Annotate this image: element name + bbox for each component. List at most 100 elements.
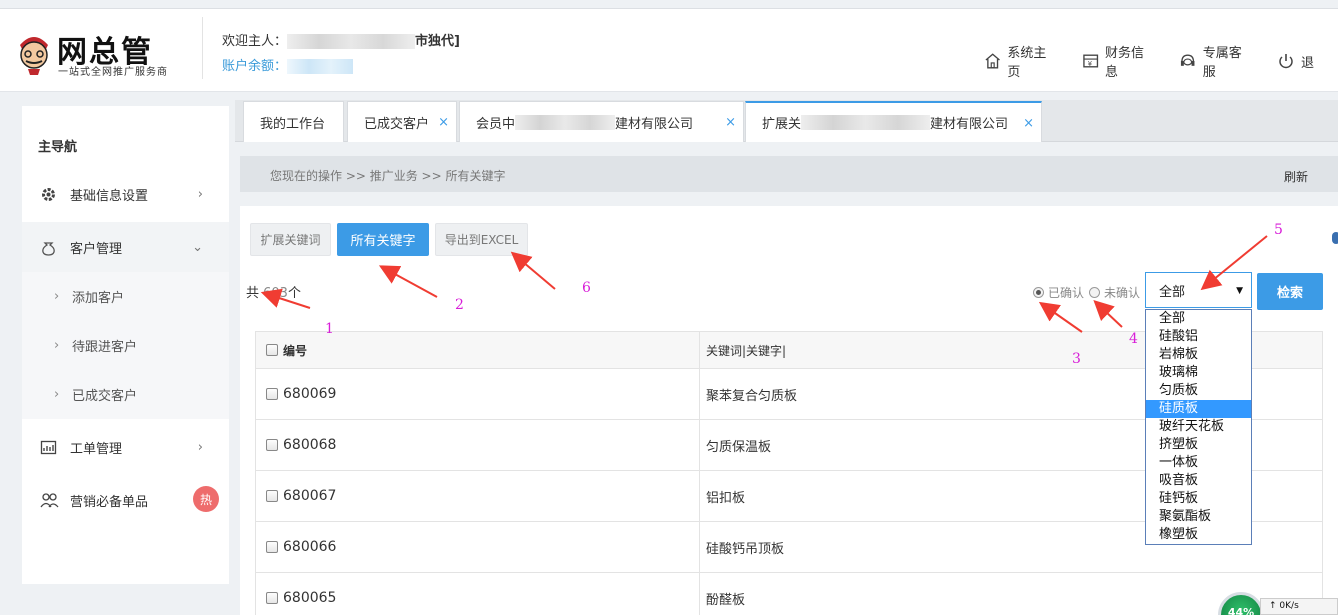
money-bag-icon bbox=[42, 242, 55, 256]
chevron-right-icon: › bbox=[54, 338, 60, 353]
sidebar-subitem-label: 添加客户 bbox=[72, 291, 125, 306]
radio-dot[interactable] bbox=[1033, 287, 1044, 298]
header-id-label: 编号 bbox=[283, 343, 308, 358]
radio-confirmed[interactable]: 已确认 bbox=[1033, 284, 1084, 301]
annotation-6: 6 bbox=[582, 280, 591, 296]
dropdown-option[interactable]: 挤塑板 bbox=[1146, 436, 1251, 454]
row-checkbox[interactable] bbox=[266, 592, 278, 604]
sidebar-item-label: 营销必备单品 bbox=[70, 494, 149, 510]
row-checkbox[interactable] bbox=[266, 388, 278, 400]
tab-closed-customers[interactable]: 已成交客户 × bbox=[347, 101, 457, 142]
row-checkbox[interactable] bbox=[266, 541, 278, 553]
annotation-4: 4 bbox=[1129, 331, 1138, 347]
all-keywords-button[interactable]: 所有关键字 bbox=[337, 223, 429, 256]
export-excel-button[interactable]: 导出到EXCEL bbox=[435, 223, 528, 256]
row-id-value: 680067 bbox=[283, 488, 337, 504]
sidebar-subitem-label: 待跟进客户 bbox=[72, 340, 138, 355]
expand-keywords-button[interactable]: 扩展关键词 bbox=[250, 223, 331, 256]
tab-label: 已成交客户 bbox=[364, 116, 430, 132]
row-id: 680067 bbox=[256, 471, 700, 521]
search-button[interactable]: 检索 bbox=[1257, 273, 1323, 310]
top-nav-finance[interactable]: ¥ 财务信息 bbox=[1082, 42, 1156, 80]
welcome-prefix: 欢迎主人： bbox=[222, 34, 288, 49]
dropdown-option[interactable]: 一体板 bbox=[1146, 454, 1251, 472]
select-all-checkbox[interactable] bbox=[266, 344, 278, 356]
network-speed-widget[interactable]: 44% ↑ 0K/s bbox=[1218, 592, 1338, 615]
dropdown-option[interactable]: 硅酸铝 bbox=[1146, 328, 1251, 346]
top-nav-home[interactable]: 系统主页 bbox=[984, 42, 1058, 80]
top-nav-support[interactable]: 专属客服 bbox=[1179, 42, 1253, 80]
row-keyword: 聚苯复合匀质板 bbox=[706, 388, 798, 404]
radio-unconfirmed[interactable]: 未确认 bbox=[1089, 284, 1140, 301]
home-icon bbox=[985, 53, 1000, 69]
sidebar-subitem-label: 已成交客户 bbox=[72, 389, 138, 404]
floating-widget-icon[interactable] bbox=[1332, 232, 1338, 244]
radio-dot[interactable] bbox=[1089, 287, 1100, 298]
tab-workbench[interactable]: 我的工作台 bbox=[243, 101, 344, 142]
sidebar-subitem-add-customer[interactable]: › 添加客户 bbox=[22, 272, 229, 321]
dropdown-option[interactable]: 匀质板 bbox=[1146, 382, 1251, 400]
sidebar-subitem-pending-customer[interactable]: › 待跟进客户 bbox=[22, 321, 229, 370]
dropdown-option[interactable]: 全部 bbox=[1146, 310, 1251, 328]
chevron-right-icon: › bbox=[197, 186, 203, 202]
header-id: 编号 bbox=[256, 332, 700, 368]
chevron-right-icon: › bbox=[54, 289, 60, 304]
dropdown-option[interactable]: 玻璃棉 bbox=[1146, 364, 1251, 382]
account-balance: 账户余额： bbox=[222, 55, 354, 74]
sidebar-item-basic-settings[interactable]: 基础信息设置 › bbox=[22, 169, 229, 219]
close-icon[interactable]: × bbox=[725, 115, 736, 130]
row-keyword: 酚醛板 bbox=[706, 592, 746, 608]
row-checkbox[interactable] bbox=[266, 490, 278, 502]
top-nav-finance-label: 财务信息 bbox=[1105, 46, 1145, 80]
row-id: 680068 bbox=[256, 420, 700, 470]
dropdown-option[interactable]: 橡塑板 bbox=[1146, 526, 1251, 544]
row-id: 680065 bbox=[256, 573, 700, 615]
mascot-icon bbox=[20, 37, 48, 75]
row-id-value: 680069 bbox=[283, 386, 337, 402]
sidebar-item-marketing-products[interactable]: 营销必备单品 热 bbox=[22, 475, 229, 525]
top-nav-home-label: 系统主页 bbox=[1007, 46, 1047, 80]
logo[interactable]: 网总管 一站式全网推广服务商 bbox=[12, 27, 192, 85]
dropdown-option[interactable]: 吸音板 bbox=[1146, 472, 1251, 490]
redacted-balance bbox=[287, 59, 354, 74]
row-checkbox[interactable] bbox=[266, 439, 278, 451]
select-value: 全部 bbox=[1159, 284, 1186, 300]
row-id: 680069 bbox=[256, 369, 700, 419]
power-icon bbox=[1279, 54, 1293, 69]
dropdown-option[interactable]: 硅钙板 bbox=[1146, 490, 1251, 508]
row-id: 680066 bbox=[256, 522, 700, 572]
chart-icon bbox=[40, 440, 57, 455]
sidebar-item-label: 基础信息设置 bbox=[70, 188, 149, 204]
top-nav-logout[interactable]: 退 bbox=[1277, 42, 1314, 80]
sidebar-item-customer-management[interactable]: 客户管理 ⌄ bbox=[22, 222, 229, 272]
welcome-suffix: 市独代] bbox=[415, 34, 460, 49]
top-nav: 系统主页 ¥ 财务信息 专属客服 退 bbox=[984, 42, 1338, 80]
chevron-right-icon: › bbox=[197, 439, 203, 455]
annotation-1: 1 bbox=[325, 321, 334, 337]
dropdown-option[interactable]: 聚氨酯板 bbox=[1146, 508, 1251, 526]
total-count: 共 603个 bbox=[246, 282, 301, 301]
people-icon bbox=[40, 493, 59, 508]
top-nav-logout-label: 退 bbox=[1300, 55, 1314, 71]
breadcrumb-bar: 您现在的操作 >> 推广业务 >> 所有关键字 刷新 bbox=[240, 156, 1338, 192]
refresh-link[interactable]: 刷新 bbox=[1284, 168, 1308, 185]
sidebar-item-work-orders[interactable]: 工单管理 › bbox=[22, 422, 229, 472]
dropdown-option-highlighted[interactable]: 硅质板 bbox=[1146, 400, 1251, 418]
tab-label-suffix: 建材有限公司 bbox=[930, 117, 1009, 132]
close-icon[interactable]: × bbox=[1023, 116, 1034, 131]
tab-label-prefix: 扩展关 bbox=[762, 117, 802, 132]
tab-member-center[interactable]: 会员中 建材有限公司 × bbox=[459, 101, 744, 142]
headset-icon bbox=[1181, 54, 1195, 66]
category-select[interactable]: 全部 ▼ bbox=[1145, 272, 1252, 308]
tab-label-suffix: 建材有限公司 bbox=[615, 116, 694, 132]
total-suffix: 个 bbox=[287, 286, 301, 301]
sidebar-subitem-closed-customer[interactable]: › 已成交客户 bbox=[22, 370, 229, 419]
close-icon[interactable]: × bbox=[438, 115, 449, 130]
tab-expand-keywords[interactable]: 扩展关 建材有限公司 × bbox=[745, 101, 1042, 142]
tab-label-prefix: 会员中 bbox=[476, 116, 516, 132]
dropdown-option[interactable]: 玻纤天花板 bbox=[1146, 418, 1251, 436]
svg-text:¥: ¥ bbox=[1087, 60, 1092, 68]
dropdown-option[interactable]: 岩棉板 bbox=[1146, 346, 1251, 364]
header-divider bbox=[202, 17, 203, 79]
header: 网总管 一站式全网推广服务商 欢迎主人： 市独代] 账户余额： 系统主页 ¥ 财务… bbox=[0, 9, 1338, 92]
